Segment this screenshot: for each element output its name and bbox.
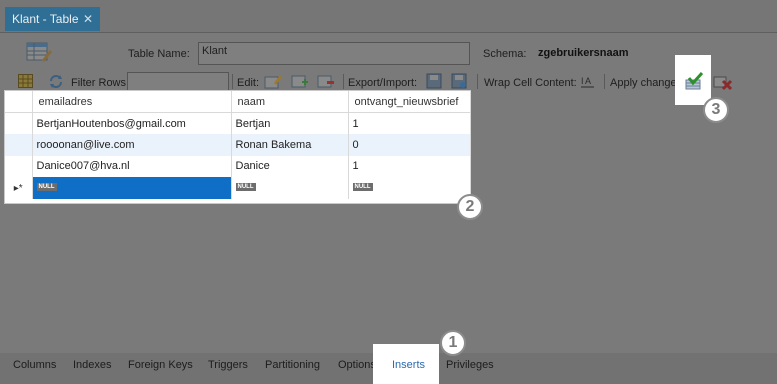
import-icon[interactable] <box>451 73 468 89</box>
table-row[interactable]: Danice007@hva.nl Danice 1 <box>5 155 471 177</box>
schema-label: Schema: <box>483 48 527 60</box>
table-name-label: Table Name: <box>128 48 190 60</box>
null-badge: NULL <box>235 182 256 191</box>
row-selector[interactable] <box>5 112 33 134</box>
tab-columns[interactable]: Columns <box>13 359 56 371</box>
tab-klant-table[interactable]: Klant - Table ✕ <box>5 7 100 31</box>
cell-naam-new[interactable]: NULL <box>231 177 349 199</box>
callout-3: 3 <box>703 97 729 123</box>
null-badge: NULL <box>352 182 373 191</box>
row-selector[interactable] <box>5 134 33 156</box>
column-header[interactable]: emailadres <box>32 91 232 113</box>
tab-triggers[interactable]: Triggers <box>208 359 248 371</box>
row-selector[interactable] <box>5 155 33 177</box>
wrap-cell-content-label: Wrap Cell Content: <box>484 77 577 89</box>
cell-emailadres-new[interactable]: NULL <box>32 177 232 199</box>
cell-emailadres[interactable]: roooonan@live.com <box>32 134 232 156</box>
editor-tab-bar: Klant - Table ✕ <box>0 0 777 33</box>
results-grid: emailadres naam ontvangt_nieuwsbrief Ber… <box>4 90 471 204</box>
column-header[interactable]: naam <box>231 91 349 113</box>
cell-naam[interactable]: Danice <box>231 155 349 177</box>
tab-indexes[interactable]: Indexes <box>73 359 112 371</box>
cell-naam[interactable]: Ronan Bakema <box>231 134 349 156</box>
edit-row-icon[interactable] <box>264 73 282 89</box>
tab-title: Klant - Table <box>12 12 79 26</box>
table-editor-icon <box>26 42 52 62</box>
new-row[interactable]: ▸* NULL NULL NULL <box>5 177 471 199</box>
column-header[interactable]: ontvangt_nieuwsbrief <box>348 91 471 113</box>
cell-naam[interactable]: Bertjan <box>231 112 349 134</box>
svg-text:I: I <box>581 76 584 86</box>
tab-privileges[interactable]: Privileges <box>446 359 494 371</box>
delete-row-icon[interactable] <box>317 73 335 89</box>
toolbar-divider <box>477 74 478 89</box>
filter-rows-input[interactable] <box>127 72 229 91</box>
schema-value: zgebruikersnaam <box>538 47 629 59</box>
cell-ontvangt-nieuwsbrief[interactable]: 1 <box>348 155 471 177</box>
table-name-input[interactable]: Klant <box>198 42 470 65</box>
callout-1: 1 <box>440 330 466 356</box>
toolbar-divider <box>232 74 233 89</box>
cell-emailadres[interactable]: Danice007@hva.nl <box>32 155 232 177</box>
cell-ontvangt-nieuwsbrief[interactable]: 0 <box>348 134 471 156</box>
tab-partitioning[interactable]: Partitioning <box>265 359 320 371</box>
tab-inserts-label: Inserts <box>392 359 426 371</box>
new-row-marker[interactable]: ▸* <box>5 177 33 199</box>
toolbar-divider <box>343 74 344 89</box>
filter-rows-label: Filter Rows: <box>71 77 130 89</box>
add-row-icon[interactable] <box>291 73 309 89</box>
wrap-text-icon[interactable]: I A <box>580 74 595 89</box>
tab-inserts[interactable]: Inserts <box>373 344 439 384</box>
apply-changes-icon[interactable] <box>684 72 705 91</box>
row-header-corner <box>5 91 33 113</box>
tab-options[interactable]: Options <box>338 359 376 371</box>
grid-header-row: emailadres naam ontvangt_nieuwsbrief <box>5 91 471 113</box>
tab-foreign-keys[interactable]: Foreign Keys <box>128 359 193 371</box>
apply-changes-label: Apply changes: <box>610 77 686 89</box>
cell-emailadres[interactable]: BertjanHoutenbos@gmail.com <box>32 112 232 134</box>
null-badge: NULL <box>36 182 57 191</box>
edit-label: Edit: <box>237 77 260 89</box>
toolbar-divider <box>604 74 605 89</box>
grid-view-icon[interactable] <box>18 74 33 88</box>
table-row[interactable]: BertjanHoutenbos@gmail.com Bertjan 1 <box>5 112 471 134</box>
refresh-icon[interactable] <box>48 74 64 89</box>
table-row[interactable]: roooonan@live.com Ronan Bakema 0 <box>5 134 471 156</box>
export-import-label: Export/Import: <box>348 77 418 89</box>
svg-text:A: A <box>585 76 591 86</box>
cell-ontvangt-nieuwsbrief-new[interactable]: NULL <box>348 177 471 199</box>
revert-changes-icon[interactable] <box>713 73 733 91</box>
callout-2: 2 <box>457 194 483 220</box>
close-tab-icon[interactable]: ✕ <box>83 12 93 26</box>
export-icon[interactable] <box>426 73 443 89</box>
cell-ontvangt-nieuwsbrief[interactable]: 1 <box>348 112 471 134</box>
